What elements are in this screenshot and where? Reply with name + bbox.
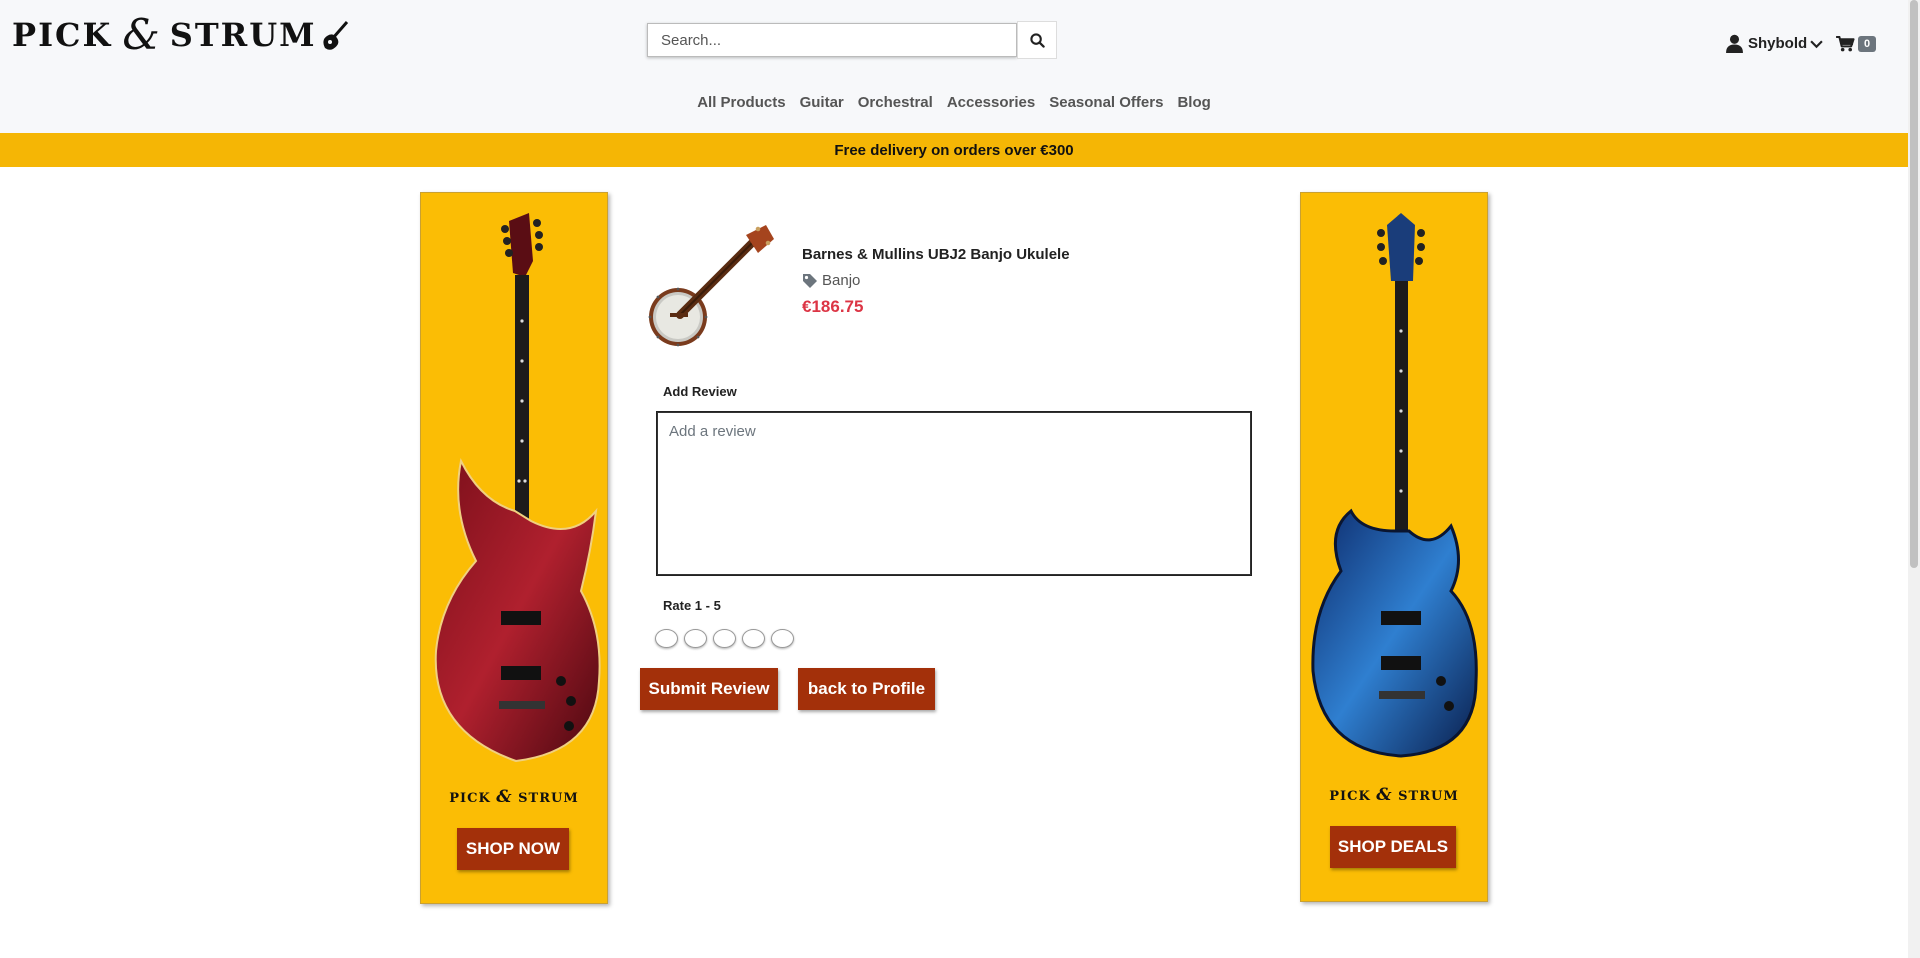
cart-button[interactable]: 0 [1836,36,1877,52]
product-info: Barnes & Mullins UBJ2 Banjo Ukulele Banj… [802,246,1070,355]
cart-count-badge: 0 [1858,36,1877,52]
product-category-label: Banjo [822,272,861,289]
nav-orchestral[interactable]: Orchestral [858,94,933,111]
logo-ampersand: & [122,10,160,59]
ad-brand-pick: PICK [1329,789,1371,804]
rating-radio-4[interactable] [742,629,765,648]
chevron-down-icon [1810,40,1823,48]
ad-brand-strum: STRUM [1398,789,1459,804]
site-header: PICK & STRUM Shybold [0,0,1908,133]
red-electric-guitar-image [434,213,601,763]
ad-brand-strum: STRUM [518,791,579,806]
shop-now-button[interactable]: SHOP NOW [457,828,569,870]
tag-icon [803,273,817,288]
ad-banner-left[interactable]: PICK & STRUM SHOP NOW [420,192,608,904]
logo-text-pick: PICK [12,16,113,54]
ad-brand-amp: & [1376,785,1393,805]
search-icon [1029,32,1045,48]
product-summary: Barnes & Mullins UBJ2 Banjo Ukulele Banj… [640,215,1070,355]
ad-brand-pick: PICK [449,791,491,806]
rating-label: Rate 1 - 5 [663,598,721,613]
add-review-label: Add Review [663,384,737,399]
submit-review-button[interactable]: Submit Review [640,668,778,710]
back-to-profile-button[interactable]: back to Profile [798,668,935,710]
free-delivery-banner: Free delivery on orders over €300 [0,133,1908,167]
account-menu[interactable]: Shybold [1726,34,1823,53]
ad-banner-right[interactable]: PICK & STRUM SHOP DEALS [1300,192,1488,902]
ad-brand-amp: & [496,787,513,807]
main-nav: All Products Guitar Orchestral Accessori… [0,94,1908,111]
nav-all-products[interactable]: All Products [697,94,785,111]
banjo-ukulele-image[interactable] [640,215,780,355]
review-textarea[interactable] [656,411,1252,576]
product-name: Barnes & Mullins UBJ2 Banjo Ukulele [802,246,1070,263]
search-input[interactable] [647,23,1017,57]
product-price: €186.75 [802,297,864,316]
ad-brand-text: PICK & STRUM [1301,785,1487,805]
search-button[interactable] [1017,21,1057,59]
logo-text-strum: STRUM [169,16,317,54]
rating-radio-2[interactable] [684,629,707,648]
page-scrollbar[interactable] [1908,0,1920,958]
blue-electric-guitar-image [1311,213,1478,758]
nav-seasonal-offers[interactable]: Seasonal Offers [1049,94,1163,111]
rating-radio-1[interactable] [655,629,678,648]
cart-icon [1836,36,1855,52]
search-bar [647,21,1057,59]
rating-radio-5[interactable] [771,629,794,648]
nav-blog[interactable]: Blog [1177,94,1210,111]
scrollbar-thumb[interactable] [1910,0,1918,568]
account-username: Shybold [1748,35,1808,52]
rating-options [655,629,794,648]
ad-brand-text: PICK & STRUM [421,787,607,807]
product-category[interactable]: Banjo [802,272,1070,289]
user-icon [1726,34,1743,53]
nav-guitar[interactable]: Guitar [800,94,844,111]
nav-accessories[interactable]: Accessories [947,94,1035,111]
shop-deals-button[interactable]: SHOP DEALS [1330,826,1456,868]
guitar-pick-icon [322,21,348,50]
rating-radio-3[interactable] [713,629,736,648]
site-logo[interactable]: PICK & STRUM [12,14,349,56]
